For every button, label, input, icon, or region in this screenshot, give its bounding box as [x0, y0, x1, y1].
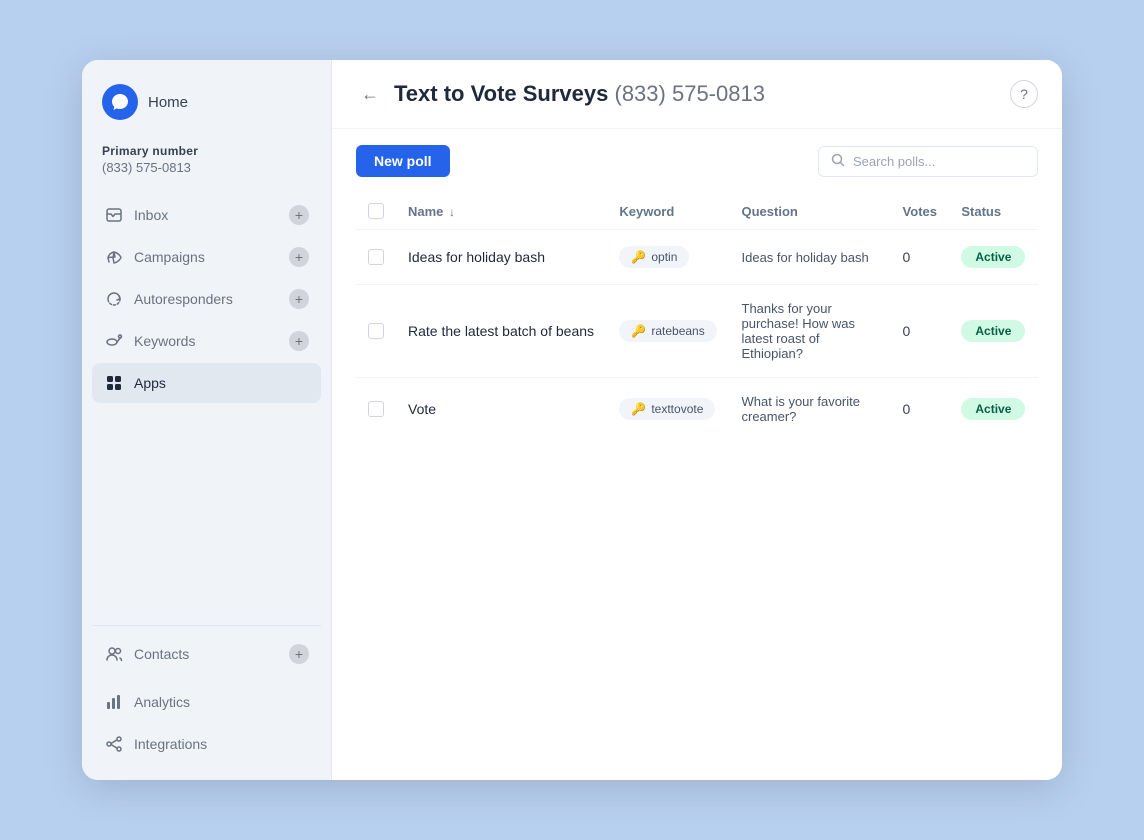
polls-table: Name ↓ Keyword Question Votes Status Ide…: [356, 193, 1038, 440]
row-name-1: Rate the latest batch of beans: [396, 285, 607, 378]
row-checkbox-1[interactable]: [368, 323, 384, 339]
row-checkbox-2[interactable]: [368, 401, 384, 417]
integrations-icon: [104, 734, 124, 754]
col-name: Name ↓: [396, 193, 607, 230]
row-votes-1: 0: [891, 285, 950, 378]
row-votes-0: 0: [891, 230, 950, 285]
search-icon: [831, 153, 845, 170]
row-keyword-1: 🔑 ratebeans: [607, 285, 729, 378]
main-toolbar: New poll: [332, 129, 1062, 193]
polls-table-container: Name ↓ Keyword Question Votes Status Ide…: [332, 193, 1062, 780]
autoresponders-label: Autoresponders: [134, 291, 233, 307]
row-name-2: Vote: [396, 378, 607, 441]
campaigns-icon: [104, 247, 124, 267]
keywords-add-btn[interactable]: +: [289, 331, 309, 351]
keyword-icon-1: 🔑: [631, 324, 646, 338]
header-phone: (833) 575-0813: [615, 81, 765, 106]
name-sort-icon: ↓: [449, 205, 455, 219]
sidebar-item-apps[interactable]: Apps: [92, 363, 321, 403]
row-question-2: What is your favorite creamer?: [730, 378, 891, 441]
col-keyword: Keyword: [607, 193, 729, 230]
apps-label: Apps: [134, 375, 166, 391]
row-question-1: Thanks for your purchase! How was latest…: [730, 285, 891, 378]
row-name-0: Ideas for holiday bash: [396, 230, 607, 285]
sidebar-item-contacts[interactable]: Contacts +: [92, 634, 321, 674]
status-badge-0: Active: [961, 246, 1025, 268]
col-status: Status: [949, 193, 1038, 230]
primary-number-section: Primary number (833) 575-0813: [82, 144, 331, 195]
new-poll-button[interactable]: New poll: [356, 145, 450, 177]
home-label: Home: [148, 94, 188, 111]
contacts-add-btn[interactable]: +: [289, 644, 309, 664]
sidebar-item-keywords[interactable]: Keywords +: [92, 321, 321, 361]
inbox-icon: [104, 205, 124, 225]
sidebar-item-inbox[interactable]: Inbox +: [92, 195, 321, 235]
sidebar-item-autoresponders[interactable]: Autoresponders +: [92, 279, 321, 319]
sidebar-item-campaigns[interactable]: Campaigns +: [92, 237, 321, 277]
sidebar: Home Primary number (833) 575-0813 Inbox…: [82, 60, 332, 780]
keywords-label: Keywords: [134, 333, 195, 349]
inbox-add-btn[interactable]: +: [289, 205, 309, 225]
sidebar-bottom: Analytics Integrations: [82, 682, 331, 764]
col-question: Question: [730, 193, 891, 230]
sidebar-item-analytics[interactable]: Analytics: [92, 682, 321, 722]
table-row: Vote 🔑 texttovote What is your favorite …: [356, 378, 1038, 441]
row-status-1: Active: [949, 285, 1038, 378]
row-keyword-0: 🔑 optin: [607, 230, 729, 285]
status-badge-2: Active: [961, 398, 1025, 420]
col-votes: Votes: [891, 193, 950, 230]
row-checkbox-0[interactable]: [368, 249, 384, 265]
contacts-icon: [104, 644, 124, 664]
keyword-icon-2: 🔑: [631, 402, 646, 416]
keywords-icon: [104, 331, 124, 351]
autoresponders-add-btn[interactable]: +: [289, 289, 309, 309]
contacts-label: Contacts: [134, 646, 189, 662]
search-box: [818, 146, 1038, 177]
logo-icon: [102, 84, 138, 120]
campaigns-add-btn[interactable]: +: [289, 247, 309, 267]
back-button[interactable]: ←: [356, 80, 384, 108]
sidebar-nav: Inbox + Campaigns + Autoresponders + Key…: [82, 195, 331, 617]
main-header: ← Text to Vote Surveys (833) 575-0813 ?: [332, 60, 1062, 129]
main-panel: ← Text to Vote Surveys (833) 575-0813 ? …: [332, 60, 1062, 780]
sidebar-item-integrations[interactable]: Integrations: [92, 724, 321, 764]
keyword-icon-0: 🔑: [631, 250, 646, 264]
row-status-0: Active: [949, 230, 1038, 285]
inbox-label: Inbox: [134, 207, 168, 223]
status-badge-1: Active: [961, 320, 1025, 342]
page-title: Text to Vote Surveys (833) 575-0813: [394, 81, 765, 107]
row-votes-2: 0: [891, 378, 950, 441]
row-keyword-2: 🔑 texttovote: [607, 378, 729, 441]
autoresponders-icon: [104, 289, 124, 309]
select-all-checkbox[interactable]: [368, 203, 384, 219]
campaigns-label: Campaigns: [134, 249, 205, 265]
search-input[interactable]: [853, 154, 1025, 169]
analytics-label: Analytics: [134, 694, 190, 710]
help-button[interactable]: ?: [1010, 80, 1038, 108]
analytics-icon: [104, 692, 124, 712]
table-row: Rate the latest batch of beans 🔑 ratebea…: [356, 285, 1038, 378]
primary-number-value: (833) 575-0813: [102, 160, 311, 175]
row-status-2: Active: [949, 378, 1038, 441]
primary-number-label: Primary number: [102, 144, 311, 158]
table-row: Ideas for holiday bash 🔑 optin Ideas for…: [356, 230, 1038, 285]
sidebar-logo[interactable]: Home: [82, 84, 331, 144]
apps-icon: [104, 373, 124, 393]
row-question-0: Ideas for holiday bash: [730, 230, 891, 285]
integrations-label: Integrations: [134, 736, 207, 752]
